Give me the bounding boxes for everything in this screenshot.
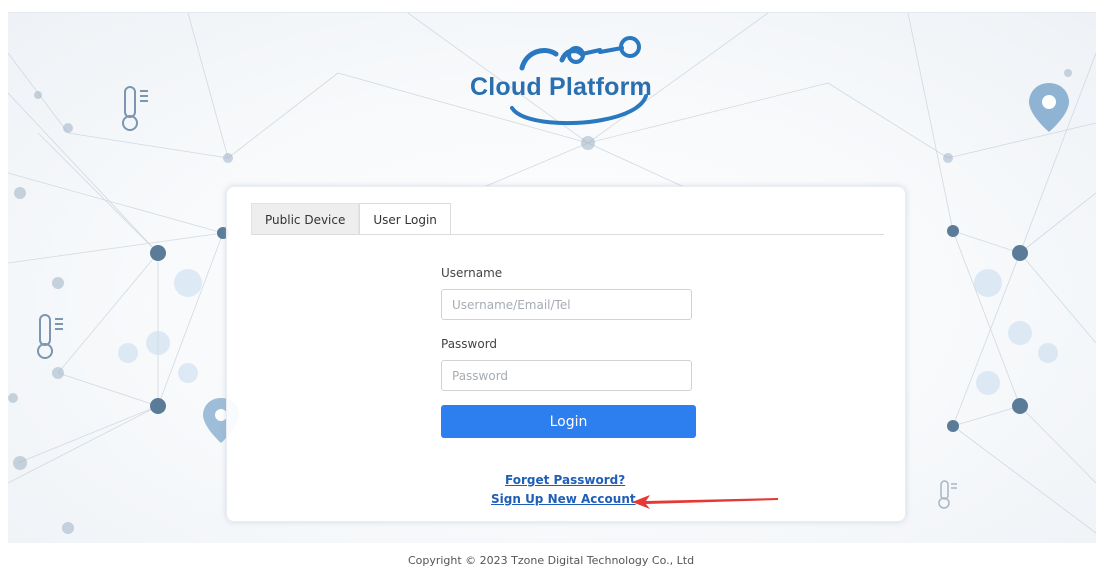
login-button[interactable]: Login [441,405,696,438]
copyright-text: Copyright © 2023 Tzone Digital Technolog… [407,554,695,567]
annotation-arrow-icon [632,495,778,509]
forgot-password-link[interactable]: Forget Password? [505,473,625,487]
login-tabs: Public Device User Login [251,203,451,235]
login-card: Public Device User Login Username Passwo… [226,186,906,522]
tab-divider [251,234,884,235]
brand-name: Cloud Platform [470,73,652,101]
tab-public-device[interactable]: Public Device [251,203,360,235]
thermometer-icon [122,86,148,131]
password-label: Password [441,337,498,351]
sign-up-link[interactable]: Sign Up New Account [491,492,636,506]
username-input[interactable] [441,289,692,320]
thermometer-icon [37,314,63,359]
username-label: Username [441,266,503,280]
thermometer-icon [938,480,957,509]
password-input[interactable] [441,360,692,391]
tab-user-login[interactable]: User Login [359,203,451,235]
location-pin-icon [1029,83,1069,132]
